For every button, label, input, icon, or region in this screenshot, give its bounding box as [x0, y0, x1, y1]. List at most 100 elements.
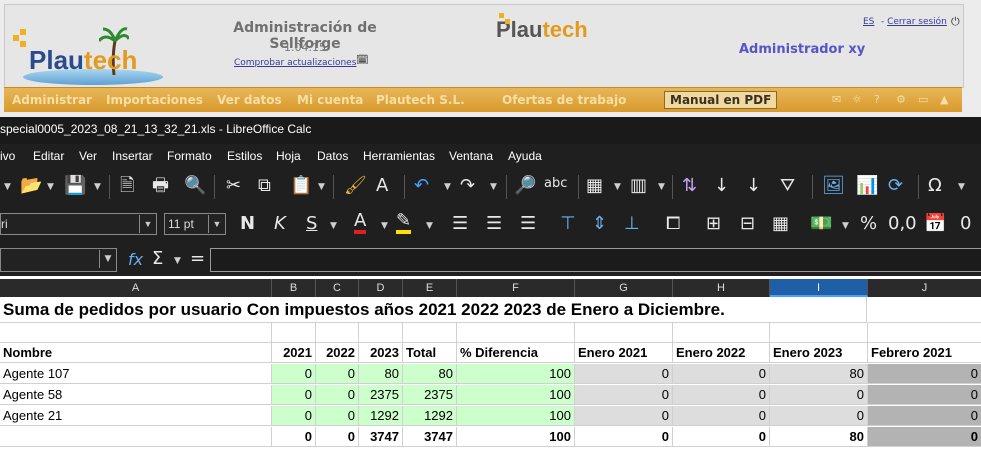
underline-icon[interactable]: S [306, 214, 317, 234]
column-dropdown-icon[interactable]: ▼ [658, 182, 665, 192]
nav-mi-cuenta[interactable]: Mi cuenta [297, 93, 363, 107]
redo-dropdown-icon[interactable]: ▼ [490, 182, 497, 192]
nav-plautech[interactable]: Plautech S.L. [376, 93, 465, 107]
menu-editar[interactable]: Editar [33, 149, 64, 163]
column-header-h[interactable]: H [673, 279, 770, 297]
font-name-box[interactable]: ri ▼ [0, 213, 157, 235]
cell[interactable] [575, 323, 673, 343]
window-icon[interactable]: ▭ [918, 93, 928, 106]
logout-link[interactable]: - Cerrar sesión [881, 17, 947, 27]
cell[interactable] [272, 323, 316, 343]
column-header-f[interactable]: F [457, 279, 575, 297]
undo-icon[interactable]: ↶ [414, 176, 429, 196]
header-enero-2023[interactable]: Enero 2023 [770, 343, 868, 363]
table-cell[interactable]: 0 [868, 385, 981, 405]
sum-dropdown-icon[interactable]: ▼ [174, 256, 181, 266]
header-2022[interactable]: 2022 [316, 343, 359, 363]
spreadsheet-grid[interactable]: Suma de pedidos por usuario Con impuesto… [0, 297, 981, 457]
cell[interactable] [403, 323, 457, 343]
window-titlebar[interactable]: special0005_2023_08_21_13_32_21.xls - Li… [0, 117, 981, 144]
totals-cell[interactable]: 3747 [359, 427, 403, 447]
nav-administrar[interactable]: Administrar [12, 93, 92, 107]
font-color-icon[interactable]: A [354, 212, 367, 234]
table-cell[interactable]: 0 [316, 406, 359, 426]
formula-input[interactable] [210, 248, 981, 272]
decimal-icon[interactable]: 0 [960, 214, 971, 234]
redo-icon[interactable]: ↷ [460, 176, 475, 196]
column-header-b[interactable]: B [272, 279, 316, 297]
nav-ofertas[interactable]: Ofertas de trabajo [502, 93, 626, 107]
wrap-text-icon[interactable]: ⧠ [666, 214, 680, 234]
sort-descending-icon[interactable]: ↓ [746, 176, 761, 196]
header-2023[interactable]: 2023 [359, 343, 403, 363]
merge-cells-icon[interactable]: ⊞ [706, 214, 721, 234]
calendar-icon[interactable]: 🗓 [356, 55, 369, 66]
paste-dropdown-icon[interactable]: ▼ [318, 182, 325, 192]
table-row-name[interactable]: Agente 107 [0, 364, 272, 384]
highlight-dropdown-icon[interactable]: ▼ [426, 221, 433, 231]
open-dropdown-icon[interactable]: ▼ [47, 182, 54, 192]
date-icon[interactable]: 📅 [924, 214, 946, 234]
bulb-icon[interactable]: ☼ [852, 93, 862, 106]
header-febrero-2021[interactable]: Febrero 2021 [868, 343, 981, 363]
logout-label[interactable]: Cerrar sesión [887, 17, 947, 27]
percent-icon[interactable]: % [860, 214, 877, 234]
totals-label[interactable] [0, 427, 272, 447]
find-replace-icon[interactable]: 🔎 [514, 176, 536, 196]
align-middle-icon[interactable]: ⇕ [592, 214, 607, 234]
paste-icon[interactable]: 📋 [290, 176, 312, 196]
table-cell[interactable]: 1292 [403, 406, 457, 426]
table-cell[interactable]: 0 [770, 385, 868, 405]
table-cell[interactable]: 0 [575, 385, 673, 405]
table-cell[interactable]: 2375 [403, 385, 457, 405]
column-header-e[interactable]: E [403, 279, 457, 297]
function-wizard-icon[interactable]: fx [128, 250, 143, 270]
table-cell[interactable]: 0 [316, 385, 359, 405]
cell[interactable] [868, 297, 981, 323]
header-total[interactable]: Total [403, 343, 457, 363]
nav-ver-datos[interactable]: Ver datos [217, 93, 282, 107]
cell[interactable] [868, 323, 981, 343]
save-dropdown-icon[interactable]: ▼ [94, 182, 101, 192]
export-pdf-icon[interactable]: 🗎 [120, 176, 134, 196]
currency-icon[interactable]: 💵 [810, 214, 832, 234]
totals-cell[interactable]: 0 [272, 427, 316, 447]
row-dropdown-icon[interactable]: ▼ [614, 182, 621, 192]
chevron-down-icon[interactable]: ▼ [208, 215, 225, 233]
column-header-c[interactable]: C [316, 279, 359, 297]
table-cell[interactable]: 100 [457, 364, 575, 384]
menu-hoja[interactable]: Hoja [276, 149, 301, 163]
column-header-g[interactable]: G [575, 279, 673, 297]
open-icon[interactable]: 📂 [20, 176, 42, 196]
table-row-name[interactable]: Agente 58 [0, 385, 272, 405]
undo-dropdown-icon[interactable]: ▼ [444, 182, 451, 192]
totals-cell[interactable]: 100 [457, 427, 575, 447]
currency-dropdown-icon[interactable]: ▼ [842, 221, 849, 231]
align-left-icon[interactable]: ☰ [452, 214, 468, 234]
menu-insertar[interactable]: Insertar [112, 149, 153, 163]
chevron-down-icon[interactable]: ▼ [139, 215, 156, 233]
table-cell[interactable]: 100 [457, 406, 575, 426]
table-cell[interactable]: 80 [359, 364, 403, 384]
italic-icon[interactable]: K [274, 214, 286, 234]
table-cell[interactable]: 0 [868, 406, 981, 426]
autofilter-icon[interactable]: ⛛ [780, 176, 795, 196]
sum-icon[interactable]: Σ [152, 249, 163, 269]
font-color-dropdown-icon[interactable]: ▼ [381, 221, 388, 231]
header-diferencia[interactable]: % Diferencia [457, 343, 575, 363]
totals-cell[interactable]: 80 [770, 427, 868, 447]
name-box[interactable]: ▼ [0, 248, 117, 272]
totals-cell[interactable]: 0 [316, 427, 359, 447]
nav-importaciones[interactable]: Importaciones [106, 93, 203, 107]
save-icon[interactable]: 💾 [64, 176, 86, 196]
menu-ayuda[interactable]: Ayuda [508, 149, 542, 163]
chart-icon[interactable]: 📊 [856, 176, 878, 196]
totals-cell[interactable]: 0 [673, 427, 770, 447]
menu-ventana[interactable]: Ventana [449, 149, 493, 163]
up-icon[interactable]: ▲ [940, 93, 948, 106]
table-cell[interactable]: 0 [272, 385, 316, 405]
menu-estilos[interactable]: Estilos [227, 149, 262, 163]
table-cell[interactable]: 0 [673, 385, 770, 405]
row-icon[interactable]: ▦ [586, 176, 603, 196]
language-link[interactable]: ES [863, 17, 874, 27]
